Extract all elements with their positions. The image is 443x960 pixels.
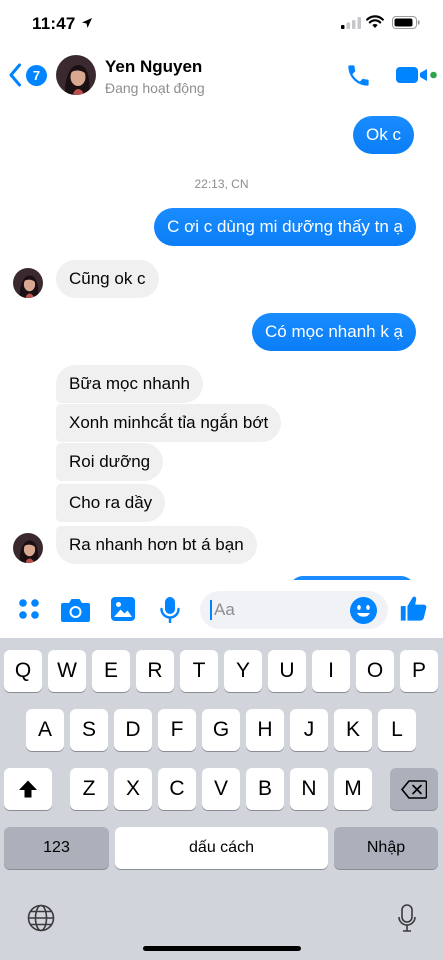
shift-key[interactable] (4, 768, 52, 810)
key-p[interactable]: P (400, 650, 438, 692)
unread-count-badge: 7 (26, 65, 47, 86)
key-y[interactable]: Y (224, 650, 262, 692)
wifi-icon (366, 15, 384, 28)
key-o[interactable]: O (356, 650, 394, 692)
status-bar: 11:47 (0, 0, 443, 44)
space-bar[interactable]: dấu cách (115, 827, 328, 869)
message-timestamp: 22:13, CN (194, 177, 249, 191)
key-r[interactable]: R (136, 650, 174, 692)
video-call-icon[interactable] (396, 64, 438, 86)
message-bubble-incoming[interactable]: Cho ra dầy (56, 484, 166, 522)
contact-active-status: Đang hoạt động (105, 80, 205, 96)
key-z[interactable]: Z (70, 768, 108, 810)
dictation-microphone-icon[interactable] (397, 904, 417, 934)
key-j[interactable]: J (290, 709, 328, 751)
on-screen-keyboard: Q W E R T Y U I O P A S D F G H J K L Z … (0, 638, 443, 960)
chat-header: 7 Yen Nguyen Đang hoạt động (0, 44, 443, 106)
photo-gallery-icon[interactable] (111, 597, 135, 621)
message-bubble-incoming[interactable]: Ra nhanh hơn bt á bạn (56, 526, 257, 564)
key-u[interactable]: U (268, 650, 306, 692)
key-l[interactable]: L (378, 709, 416, 751)
message-composer: Aa (0, 580, 443, 638)
return-key[interactable]: Nhập (334, 827, 438, 869)
key-g[interactable]: G (202, 709, 240, 751)
emoji-icon[interactable] (350, 597, 377, 624)
key-k[interactable]: K (334, 709, 372, 751)
key-f[interactable]: F (158, 709, 196, 751)
message-bubble-incoming[interactable]: Roi dưỡng (56, 443, 164, 481)
phone-call-icon[interactable] (345, 62, 372, 89)
battery-icon (392, 16, 420, 29)
sender-avatar[interactable] (13, 268, 43, 298)
globe-icon[interactable] (27, 904, 55, 932)
key-c[interactable]: C (158, 768, 196, 810)
key-e[interactable]: E (92, 650, 130, 692)
delete-key[interactable] (390, 768, 438, 810)
key-m[interactable]: M (334, 768, 372, 810)
status-time: 11:47 (32, 14, 76, 33)
sender-avatar[interactable] (13, 533, 43, 563)
key-b[interactable]: B (246, 768, 284, 810)
message-bubble-incoming[interactable]: Xonh minhcắt tỉa ngắn bớt (56, 404, 282, 442)
key-d[interactable]: D (114, 709, 152, 751)
chevron-left-icon (9, 63, 21, 87)
key-v[interactable]: V (202, 768, 240, 810)
message-bubble-incoming[interactable]: Cũng ok c (56, 260, 159, 298)
message-bubble-outgoing[interactable]: C ơi c dùng mi dưỡng thấy tn ạ (154, 208, 416, 246)
backspace-icon (401, 780, 428, 799)
microphone-icon[interactable] (160, 597, 180, 624)
message-input-placeholder: Aa (214, 600, 235, 619)
key-h[interactable]: H (246, 709, 284, 751)
key-q[interactable]: Q (4, 650, 42, 692)
key-s[interactable]: S (70, 709, 108, 751)
key-w[interactable]: W (48, 650, 86, 692)
key-n[interactable]: N (290, 768, 328, 810)
key-i[interactable]: I (312, 650, 350, 692)
apps-grid-icon[interactable] (17, 597, 41, 621)
contact-name: Yen Nguyen (105, 57, 203, 76)
back-button[interactable]: 7 (8, 62, 50, 88)
key-a[interactable]: A (26, 709, 64, 751)
location-arrow-icon (82, 18, 92, 28)
shift-arrow-icon (19, 780, 37, 798)
message-bubble-outgoing[interactable]: Có mọc nhanh k ạ (252, 313, 416, 351)
camera-icon[interactable] (61, 597, 90, 622)
cellular-signal-icon (341, 17, 361, 29)
numbers-key[interactable]: 123 (4, 827, 109, 869)
message-bubble-incoming[interactable]: Bữa mọc nhanh (56, 365, 204, 403)
contact-avatar[interactable] (56, 55, 96, 95)
home-indicator[interactable] (143, 946, 301, 951)
key-x[interactable]: X (114, 768, 152, 810)
message-thread[interactable]: Ok c 22:13, CN C ơi c dùng mi dưỡng thấy… (0, 106, 443, 590)
key-t[interactable]: T (180, 650, 218, 692)
text-caret (210, 600, 212, 620)
thumbs-up-icon[interactable] (399, 594, 428, 623)
message-bubble-outgoing[interactable]: Ok c (353, 116, 414, 154)
